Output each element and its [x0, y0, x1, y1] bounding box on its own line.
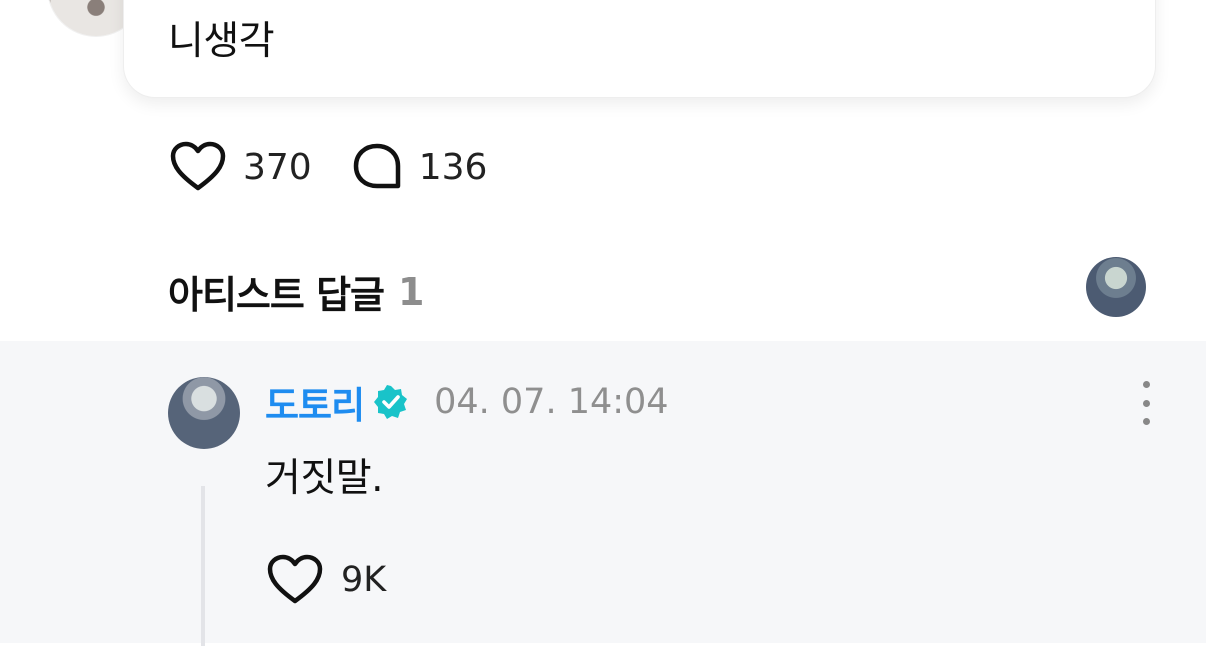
post-card: 니생각 — [123, 0, 1156, 98]
verified-badge-icon — [374, 385, 408, 419]
artist-reply: 도토리 04. 07. 14:04 거짓말. 9K — [0, 341, 1206, 646]
reply-like-button[interactable]: 9K — [267, 554, 386, 606]
comment-count: 136 — [418, 146, 488, 188]
reply-timestamp: 04. 07. 14:04 — [434, 382, 669, 422]
post-stats: 370 136 — [170, 141, 527, 193]
speech-bubble-icon — [353, 143, 400, 189]
heart-icon — [267, 554, 323, 604]
more-vertical-icon — [1142, 381, 1150, 388]
like-count: 370 — [243, 146, 312, 188]
reply-text: 거짓말. — [265, 456, 384, 501]
heart-icon — [170, 141, 226, 191]
like-button[interactable]: 370 — [170, 141, 312, 193]
artist-replies-title: 아티스트 답글 — [168, 273, 385, 317]
artist-replies-header: 아티스트 답글 1 — [168, 264, 424, 319]
comment-button[interactable]: 136 — [352, 142, 488, 192]
thread-line — [201, 486, 205, 646]
reply-like-count: 9K — [341, 560, 387, 600]
reply-author-avatar[interactable] — [168, 377, 240, 449]
post-area: 니생각 370 136 아티스트 답글 1 — [0, 0, 1206, 341]
artist-avatar[interactable] — [1086, 257, 1146, 317]
post-text: 니생각 — [168, 19, 275, 64]
reply-author-name[interactable]: 도토리 — [265, 375, 365, 429]
artist-replies-count: 1 — [398, 269, 425, 314]
reply-header: 도토리 04. 07. 14:04 — [265, 379, 669, 427]
more-options-button[interactable] — [1134, 381, 1158, 425]
